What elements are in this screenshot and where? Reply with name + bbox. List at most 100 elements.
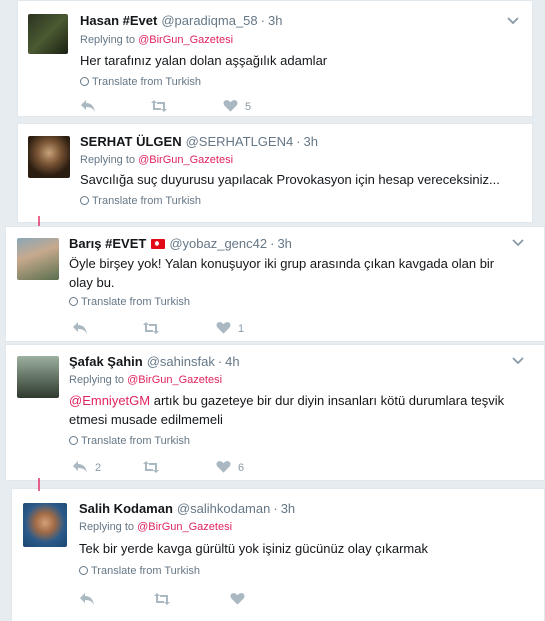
replying-to: Replying to @BirGun_Gazetesi <box>80 34 233 46</box>
translate-link[interactable]: Translate from Turkish <box>80 195 201 207</box>
tweet-text: Tek bir yerde kavga gürültü yok işiniz g… <box>79 541 428 556</box>
reply-icon <box>80 593 94 605</box>
heart-icon <box>230 593 245 605</box>
tweet-text: Her tarafınız yalan dolan aşşağılık adam… <box>80 53 328 68</box>
translate-link[interactable]: Translate from Turkish <box>69 296 190 308</box>
reply-count: 2 <box>95 462 102 474</box>
tweet-header: Salih Kodaman @salihkodaman · 3h <box>79 501 295 516</box>
globe-icon <box>80 196 89 205</box>
replying-to-mention[interactable]: @BirGun_Gazetesi <box>138 34 233 46</box>
separator-dot: · <box>217 354 223 369</box>
replying-to: Replying to @BirGun_Gazetesi <box>69 374 222 386</box>
username[interactable]: @paradiqma_58 <box>161 13 257 28</box>
retweet-icon <box>151 100 167 112</box>
tweet-card[interactable]: SERHAT ÜLGEN @SERHATLGEN4 · 3h Replying to … <box>17 123 533 223</box>
tweet-header: Barış #EVET @yobaz_genc42 · 3h <box>69 236 292 251</box>
retweet-icon <box>154 593 170 605</box>
turkey-flag-icon <box>151 239 166 249</box>
tweet-card[interactable]: Hasan #Evet @paradiqma_58 · 3h Replying to … <box>17 0 533 117</box>
tweet-actions <box>79 592 299 608</box>
tweet-card[interactable]: Salih Kodaman @salihkodaman · 3h Replying t… <box>11 488 545 621</box>
replying-to-mention[interactable]: @BirGun_Gazetesi <box>127 374 222 386</box>
timestamp[interactable]: 3h <box>304 134 318 149</box>
globe-icon <box>80 77 89 86</box>
retweet-button[interactable] <box>150 99 168 115</box>
username[interactable]: @yobaz_genc42 <box>169 236 267 251</box>
retweet-button[interactable] <box>142 321 160 337</box>
tweet-actions: 5 <box>80 99 300 115</box>
avatar[interactable] <box>17 238 59 280</box>
translate-label: Translate from Turkish <box>81 435 191 447</box>
like-count: 5 <box>245 101 252 113</box>
username[interactable]: @salihkodaman <box>177 501 270 516</box>
display-name[interactable]: SERHAT ÜLGEN <box>80 134 182 149</box>
tweet-header: Şafak Şahin @sahinsfak · 4h <box>69 354 240 369</box>
like-button[interactable]: 6 <box>216 460 244 476</box>
display-name[interactable]: Barış #EVET <box>69 236 146 251</box>
username[interactable]: @sahinsfak <box>147 354 215 369</box>
reply-button[interactable] <box>72 321 88 337</box>
reply-button[interactable]: 2 <box>72 460 101 476</box>
like-button[interactable]: 1 <box>216 321 244 337</box>
tweet-text: Öyle birşey yok! Yalan konuşuyor iki gru… <box>69 256 495 290</box>
avatar[interactable] <box>23 503 67 547</box>
globe-icon <box>79 566 88 575</box>
retweet-icon <box>143 461 159 473</box>
timestamp[interactable]: 3h <box>281 501 295 516</box>
translate-label: Translate from Turkish <box>91 565 201 577</box>
tweet-card[interactable]: Barış #EVET @yobaz_genc42 · 3h Öyle birşey … <box>5 226 545 342</box>
chevron-down-icon[interactable] <box>511 356 525 366</box>
replying-prefix: Replying to <box>80 154 136 166</box>
replying-to-mention[interactable]: @BirGun_Gazetesi <box>137 521 232 533</box>
avatar[interactable] <box>28 14 68 54</box>
replying-to-mention[interactable]: @BirGun_Gazetesi <box>138 154 233 166</box>
tweet-text: @EmniyetGM artık bu gazeteye bir dur diy… <box>69 391 517 429</box>
translate-label: Translate from Turkish <box>92 76 202 88</box>
avatar[interactable] <box>17 356 59 398</box>
reply-icon <box>73 322 87 334</box>
reply-icon <box>81 100 95 112</box>
like-button[interactable] <box>230 592 245 608</box>
retweet-button[interactable] <box>153 592 171 608</box>
reply-button[interactable] <box>80 99 96 115</box>
display-name[interactable]: Salih Kodaman <box>79 501 173 516</box>
chevron-down-icon[interactable] <box>511 238 525 248</box>
separator-dot: · <box>260 13 265 28</box>
text-mention[interactable]: @EmniyetGM <box>69 393 150 408</box>
chevron-down-icon[interactable] <box>506 16 520 26</box>
display-name[interactable]: Şafak Şahin <box>69 354 143 369</box>
tweet-actions: 2 6 <box>72 460 292 476</box>
timestamp[interactable]: 4h <box>225 354 239 369</box>
separator-dot: · <box>273 501 278 516</box>
replying-to: Replying to @BirGun_Gazetesi <box>80 154 233 166</box>
translate-link[interactable]: Translate from Turkish <box>80 76 201 88</box>
timestamp[interactable]: 3h <box>268 13 282 28</box>
like-count: 1 <box>238 323 245 335</box>
translate-label: Translate from Turkish <box>92 195 202 207</box>
translate-link[interactable]: Translate from Turkish <box>69 435 190 447</box>
heart-icon <box>216 461 231 473</box>
username[interactable]: @SERHATLGEN4 <box>186 134 294 149</box>
like-count: 6 <box>238 462 245 474</box>
tweet-card[interactable]: Şafak Şahin @sahinsfak · 4h Replying to @Bi… <box>5 344 545 481</box>
tweet-header: SERHAT ÜLGEN @SERHATLGEN4 · 3h <box>80 134 318 149</box>
replying-to: Replying to @BirGun_Gazetesi <box>79 521 232 533</box>
reply-icon <box>73 461 87 473</box>
globe-icon <box>69 436 78 445</box>
separator-dot: · <box>270 236 275 251</box>
translate-link[interactable]: Translate from Turkish <box>79 565 200 577</box>
replying-prefix: Replying to <box>79 521 135 533</box>
replying-prefix: Replying to <box>69 374 125 386</box>
avatar[interactable] <box>28 136 70 178</box>
tweet-text: Savcılığa suç duyurusu yapılacak Provoka… <box>80 172 500 187</box>
tweet-actions: 1 <box>72 321 292 337</box>
display-name[interactable]: Hasan #Evet <box>80 13 157 28</box>
retweet-button[interactable] <box>142 460 160 476</box>
reply-button[interactable] <box>79 592 95 608</box>
like-button[interactable]: 5 <box>223 99 251 115</box>
retweet-icon <box>143 322 159 334</box>
timestamp[interactable]: 3h <box>277 236 291 251</box>
replying-prefix: Replying to <box>80 34 136 46</box>
thread-line <box>38 478 40 491</box>
globe-icon <box>69 297 78 306</box>
